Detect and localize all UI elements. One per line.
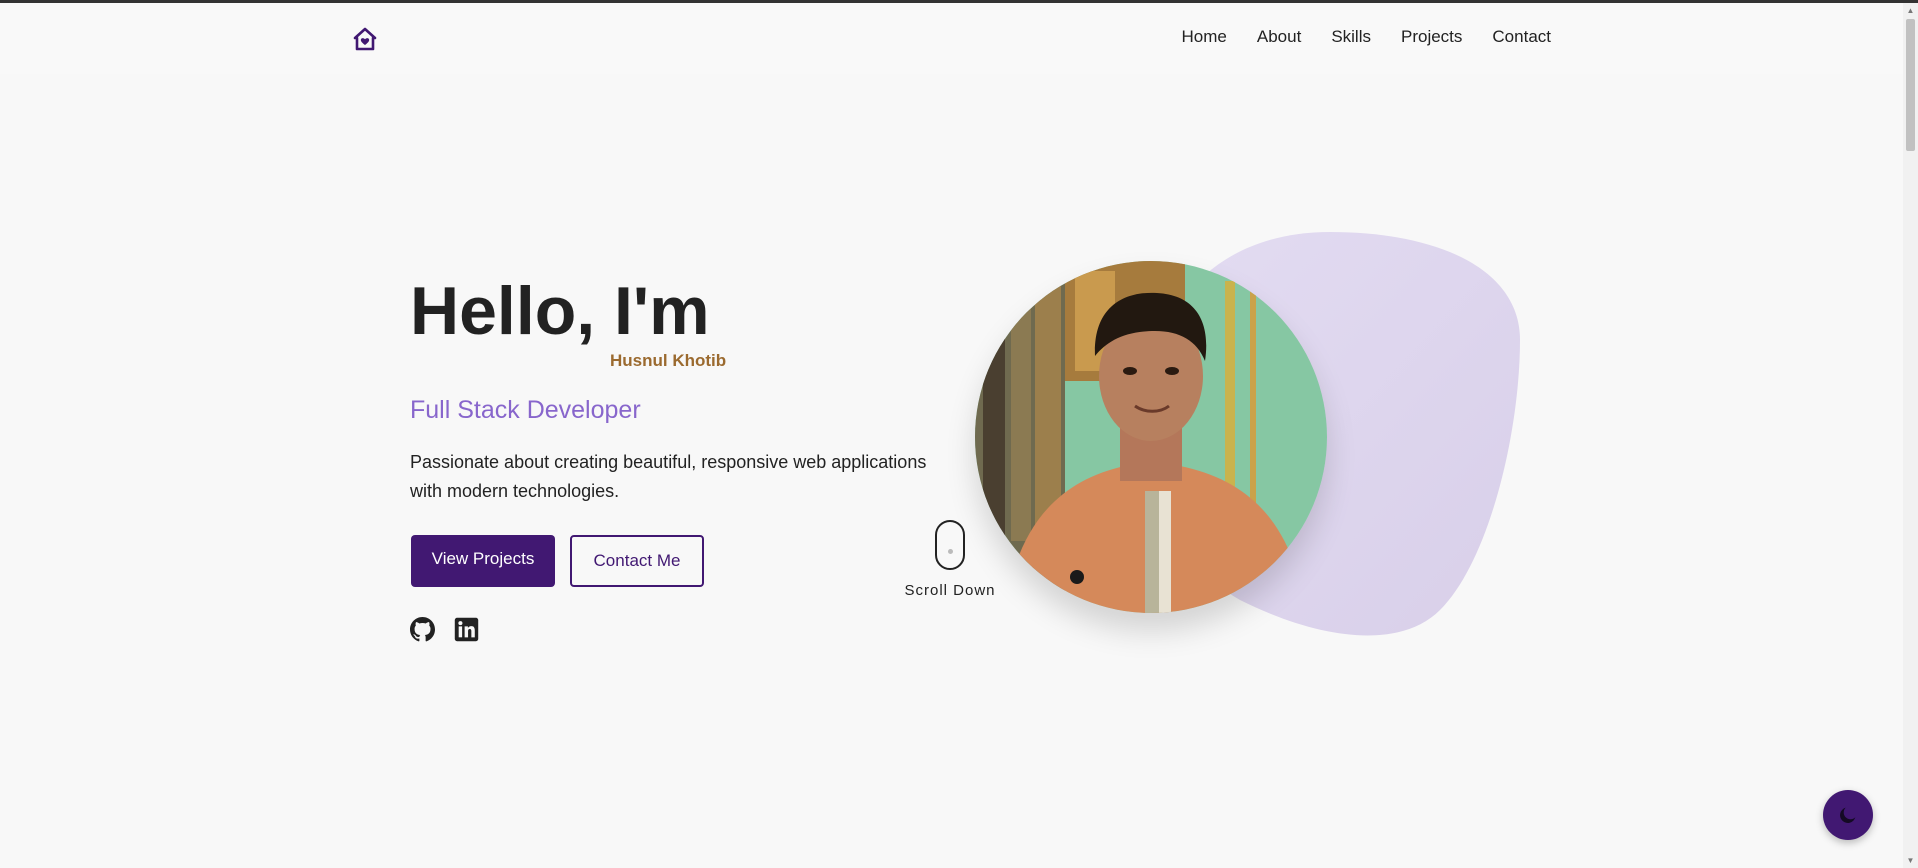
scroll-down-label: Scroll Down: [904, 582, 996, 599]
nav-links: Home About Skills Projects Contact: [1182, 27, 1551, 47]
page-scrollbar[interactable]: ▲ ▼: [1903, 3, 1918, 868]
scroll-up-arrow-icon[interactable]: ▲: [1903, 3, 1918, 18]
scrollbar-thumb[interactable]: [1906, 19, 1915, 151]
nav-link-contact[interactable]: Contact: [1492, 27, 1551, 47]
home-heart-icon[interactable]: [352, 26, 378, 52]
profile-photo: [975, 261, 1327, 613]
scroll-down-arrow-icon[interactable]: ▼: [1903, 853, 1918, 868]
hero-name: Husnul Khotib: [610, 351, 727, 370]
hero-role: Full Stack Developer: [410, 396, 641, 424]
scroll-down-indicator[interactable]: Scroll Down: [900, 520, 1000, 599]
nav-link-about[interactable]: About: [1257, 27, 1301, 47]
theme-toggle-button[interactable]: [1823, 790, 1873, 840]
nav-link-projects[interactable]: Projects: [1401, 27, 1462, 47]
hero-description: Passionate about creating beautiful, res…: [410, 452, 927, 501]
nav-link-skills[interactable]: Skills: [1331, 27, 1371, 47]
view-projects-button[interactable]: View Projects: [411, 535, 555, 587]
navbar: Home About Skills Projects Contact: [0, 3, 1903, 74]
nav-link-home[interactable]: Home: [1182, 27, 1227, 47]
moon-icon: [1840, 807, 1856, 823]
hero-greeting: Hello, I'm: [410, 273, 710, 349]
contact-me-button[interactable]: Contact Me: [570, 535, 704, 587]
github-icon[interactable]: [410, 617, 435, 642]
mouse-icon: [935, 520, 965, 570]
linkedin-icon[interactable]: [454, 617, 479, 642]
